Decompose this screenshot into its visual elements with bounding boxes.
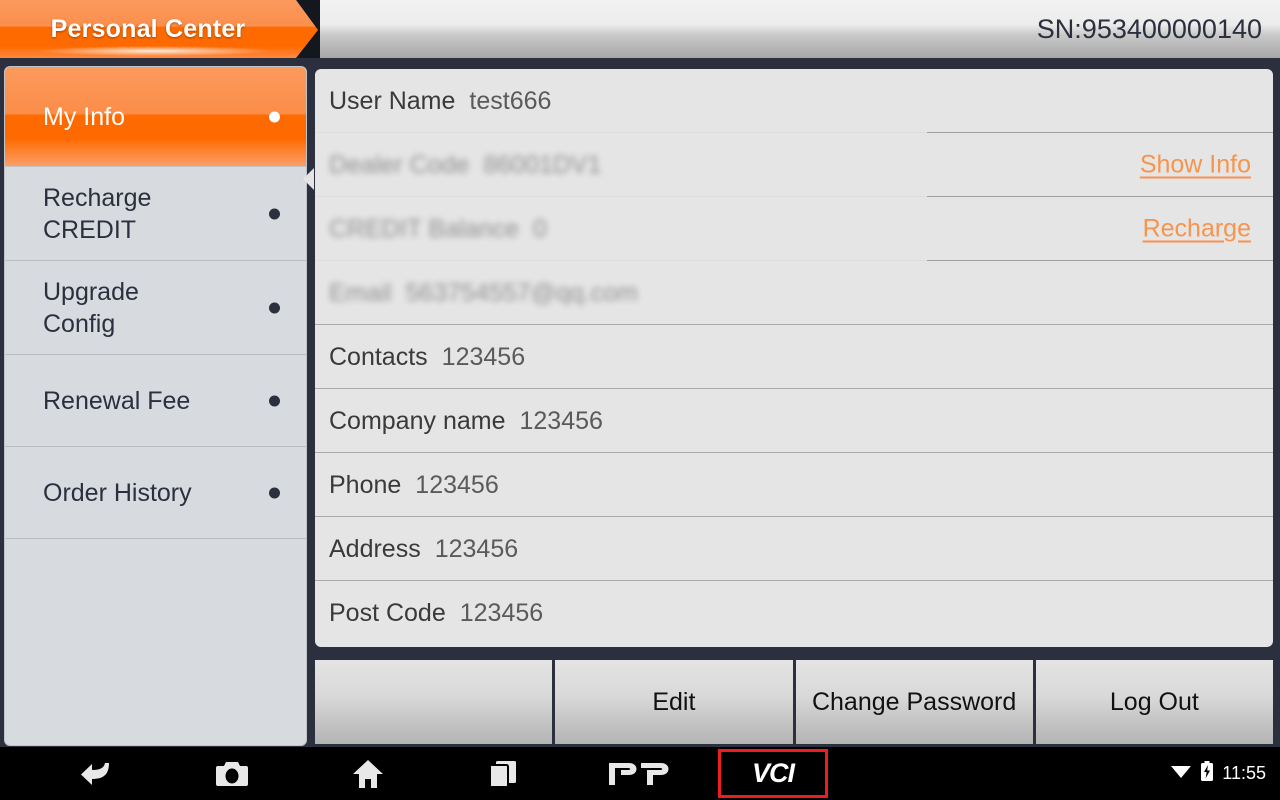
sidebar-item-label: Upgrade Config [43,277,139,338]
info-row-value: 123456 [415,470,499,499]
sidebar-item-label: My Info [43,102,125,131]
battery-charging-icon [1200,761,1214,786]
edit-button[interactable]: Edit [555,660,793,744]
info-row-label: Post Code [329,598,446,627]
android-navigation-bar: VCI 11:55 [0,747,1280,800]
sidebar-item-label: Order History [43,478,192,507]
change-password-button[interactable]: Change Password [795,660,1033,744]
info-row-email: Email 563754557@qq.com [315,261,1273,325]
info-row-credit-balance: CREDIT Balance 0 Recharge [315,197,1273,261]
log-out-button[interactable]: Log Out [1035,660,1273,744]
back-arrow-icon[interactable] [60,747,136,800]
bullet-dot-icon [269,395,280,406]
info-panel: User Name test666 Dealer Code 86001DV1 Show … [312,66,1276,650]
serial-number-label: SN:953400000140 [1036,13,1262,44]
camera-icon[interactable] [194,747,270,800]
sidebar-item-label: Recharge CREDIT [43,183,152,244]
device-screen: Personal Center SN:953400000140 My Info R… [0,0,1280,800]
info-row-value: 123456 [434,534,519,563]
bullet-dot-icon [269,302,280,313]
link-recharge[interactable]: Recharge [1143,215,1251,244]
info-row-phone: Phone 123456 [315,453,1273,517]
info-row-label: Contacts [329,342,428,371]
vci-label: VCI [751,758,795,788]
info-row-address: Address 123456 [315,517,1273,581]
action-button-bar: Edit Change Password Log Out [312,657,1276,747]
app-header: Personal Center SN:953400000140 [0,0,1280,58]
sidebar-empty-space [5,539,306,739]
sidebar-item-order-history[interactable]: Order History [5,447,306,539]
sidebar-item-label: Renewal Fee [43,386,191,415]
info-row-dealer-code: Dealer Code 86001DV1 Show Info [315,133,1273,197]
info-row-value: 123456 [519,406,603,435]
dp-logo-icon[interactable] [600,747,680,800]
header-underline [0,58,1280,66]
info-row-value: 86001DV1 [483,150,602,179]
sidebar-menu: My Info Recharge CREDIT Upgrade Config Rene… [4,66,307,746]
spacer-button [315,660,553,744]
info-row-post-code: Post Code 123456 [315,581,1273,645]
info-row-value: 563754557@qq.com [405,278,639,307]
button-label: Change Password [811,687,1017,716]
bullet-dot-icon [269,208,280,219]
info-row-label: CREDIT Balance [329,214,519,243]
sidebar-item-recharge-credit[interactable]: Recharge CREDIT [5,167,306,261]
info-row-company-name: Company name 123456 [315,389,1273,453]
sidebar-item-renewal-fee[interactable]: Renewal Fee [5,355,306,447]
info-row-label: Address [329,534,421,563]
home-icon[interactable] [330,747,406,800]
sidebar-item-upgrade-config[interactable]: Upgrade Config [5,261,306,355]
wifi-icon [1170,763,1192,784]
info-row-label: Email [329,278,392,307]
info-row-value: 123456 [441,342,526,371]
vci-button[interactable]: VCI [718,749,828,798]
recent-apps-icon[interactable] [465,747,541,800]
info-row-label: Phone [329,470,402,499]
info-row-value: test666 [469,86,552,115]
info-row-label: Company name [329,406,506,435]
bullet-dot-icon [269,111,280,122]
button-label: Log Out [1109,687,1199,716]
info-row-label: User Name [329,86,456,115]
active-item-pointer-icon [303,168,314,190]
info-row-value: 0 [532,214,547,243]
info-row-user-name: User Name test666 [315,69,1273,133]
status-area: 11:55 [1170,747,1266,800]
clock-label: 11:55 [1222,763,1266,783]
bullet-dot-icon [269,487,280,498]
page-title-tab: Personal Center [0,0,320,58]
page-title: Personal Center [50,14,246,43]
button-label: Edit [652,687,696,716]
info-row-value: 123456 [459,598,544,627]
sidebar-item-my-info[interactable]: My Info [5,67,306,167]
info-row-label: Dealer Code [329,150,470,179]
link-show-info[interactable]: Show Info [1140,151,1251,180]
info-row-contacts: Contacts 123456 [315,325,1273,389]
